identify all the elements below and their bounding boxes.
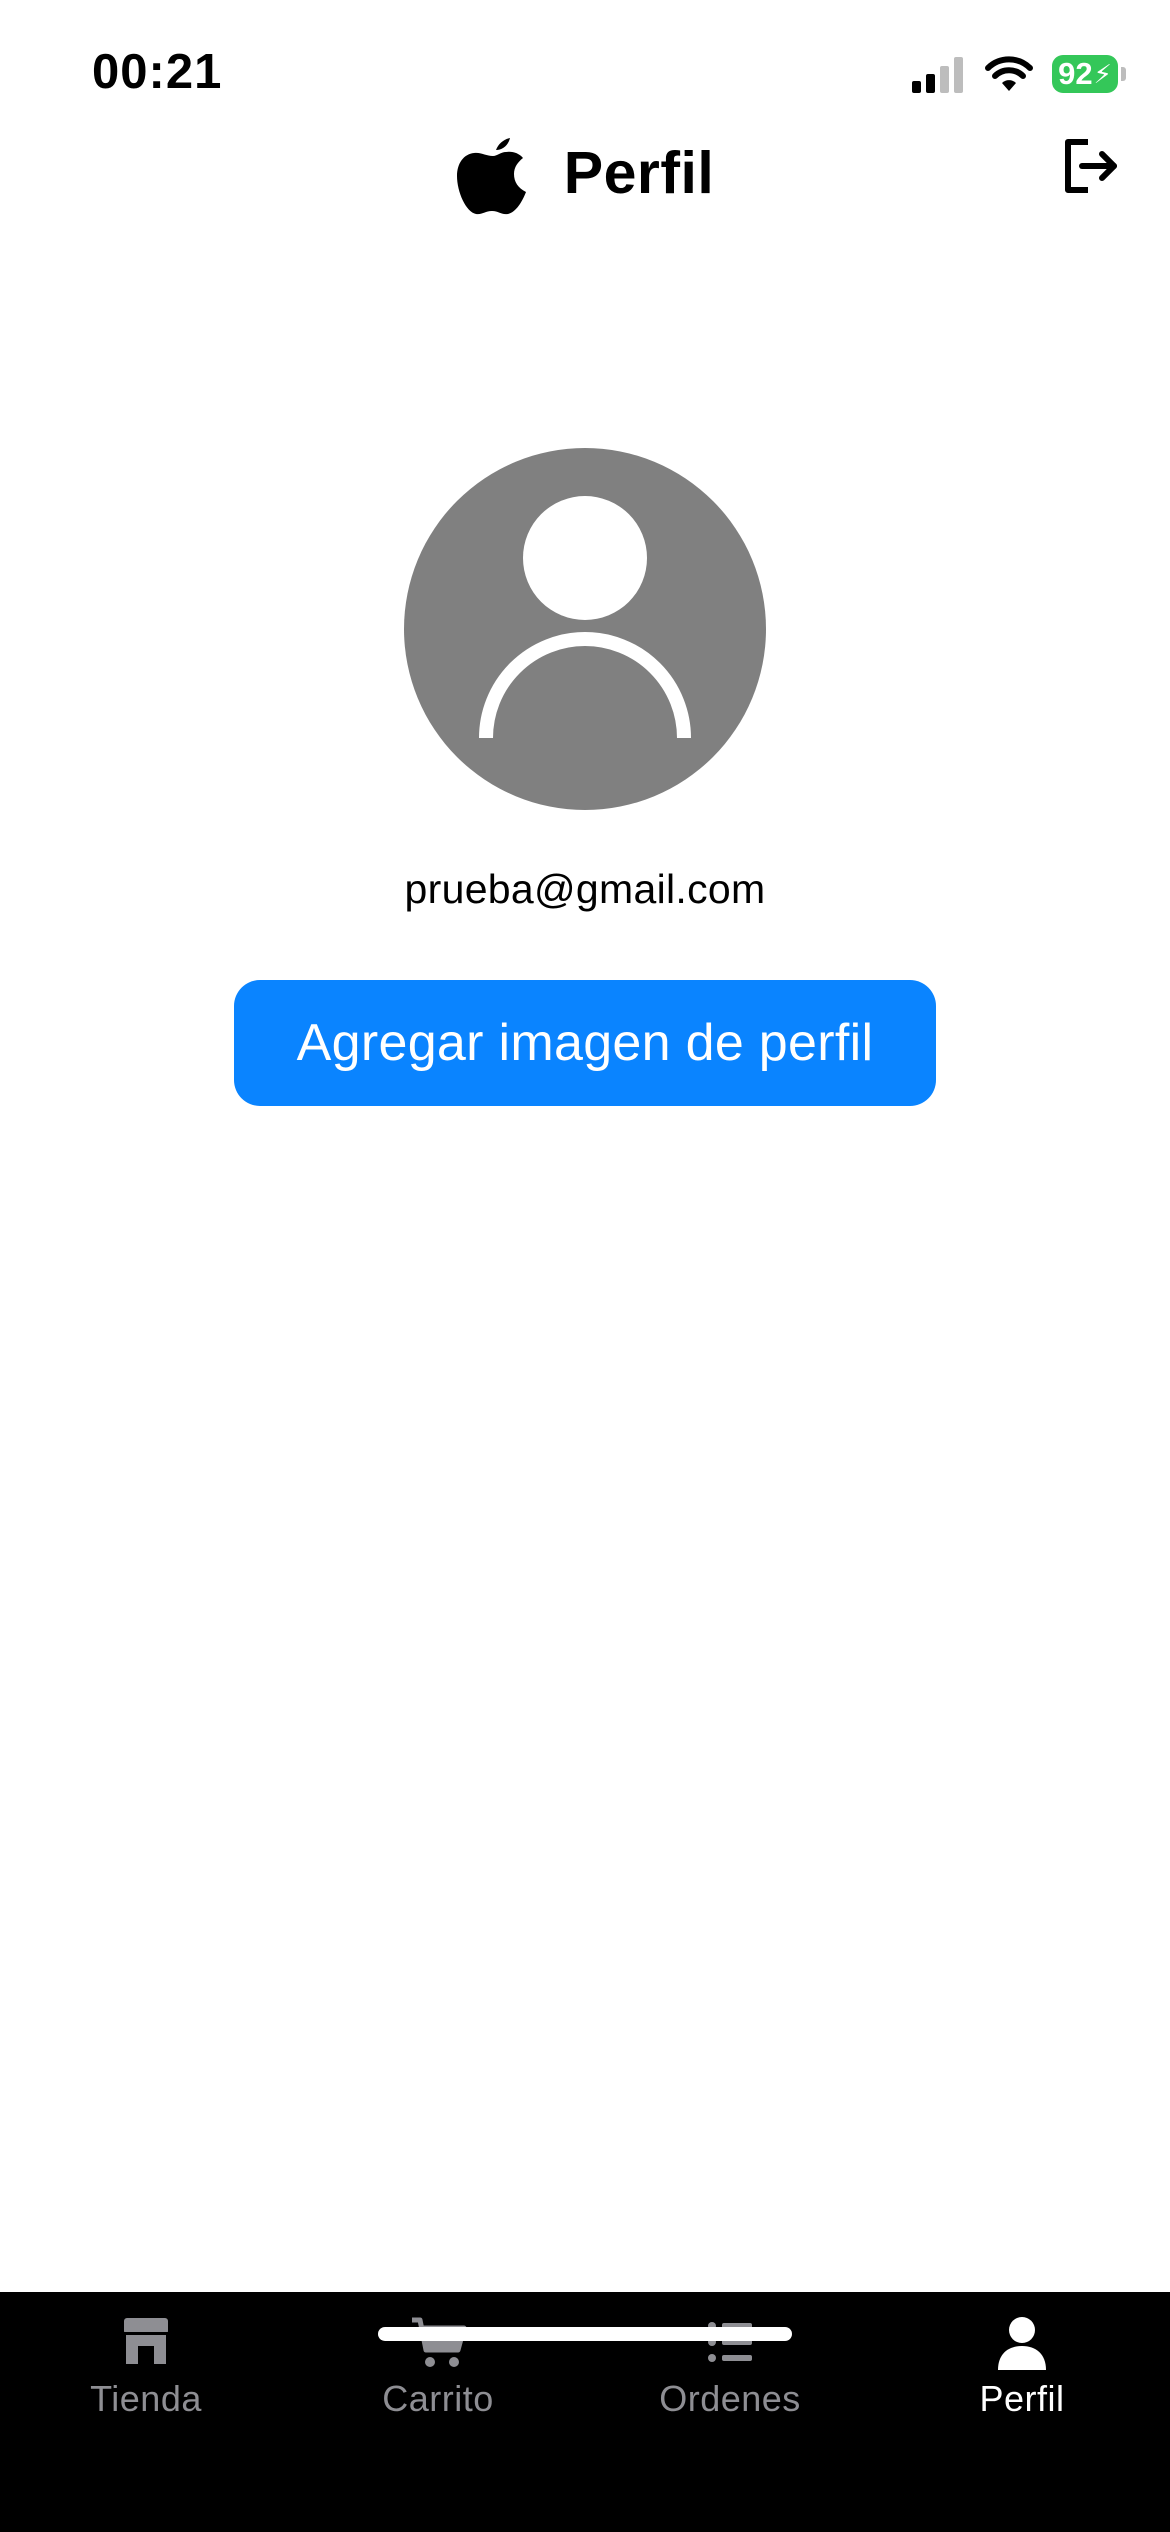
apple-logo-icon bbox=[456, 138, 526, 215]
logout-icon bbox=[1065, 139, 1117, 193]
tab-label-carrito: Carrito bbox=[382, 2378, 494, 2419]
tab-label-tienda: Tienda bbox=[90, 2378, 202, 2419]
add-profile-image-button[interactable]: Agregar imagen de perfil bbox=[234, 980, 936, 1106]
page-title: Perfil bbox=[563, 140, 715, 206]
signal-icon bbox=[912, 57, 963, 93]
nav-bar: Perfil bbox=[0, 118, 1170, 228]
status-icons: 92 ⚡ bbox=[912, 52, 1126, 96]
person-icon bbox=[998, 2317, 1046, 2370]
status-time: 00:21 bbox=[92, 45, 223, 99]
person-placeholder-icon bbox=[404, 448, 766, 810]
user-email: prueba@gmail.com bbox=[404, 866, 766, 912]
store-icon bbox=[124, 2318, 168, 2364]
tab-tienda[interactable]: Tienda bbox=[0, 2312, 292, 2452]
wifi-icon bbox=[985, 56, 1033, 91]
logout-button[interactable] bbox=[1058, 134, 1122, 198]
tab-label-perfil: Perfil bbox=[979, 2378, 1065, 2419]
battery-level: 92 bbox=[1058, 56, 1093, 91]
charging-bolt-icon: ⚡ bbox=[1093, 58, 1112, 89]
list-icon bbox=[708, 2322, 752, 2362]
tab-perfil[interactable]: Perfil bbox=[876, 2312, 1168, 2452]
tab-label-ordenes: Ordenes bbox=[659, 2378, 801, 2419]
cart-icon bbox=[412, 2317, 467, 2367]
avatar bbox=[404, 448, 766, 810]
home-indicator[interactable] bbox=[378, 2327, 792, 2341]
battery-charging-icon: 92 ⚡ bbox=[1052, 55, 1126, 93]
